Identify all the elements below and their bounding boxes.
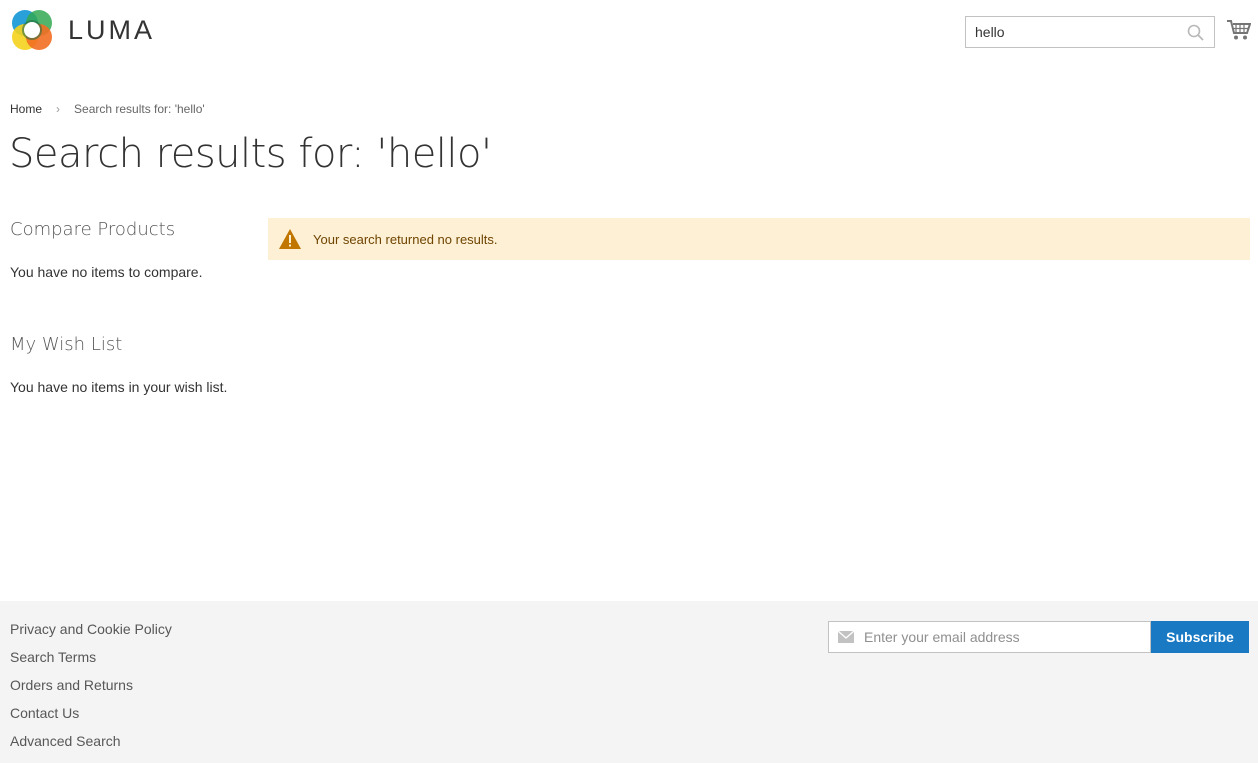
breadcrumb-current: Search results for: 'hello' <box>74 102 205 116</box>
message-text: Your search returned no results. <box>313 231 498 247</box>
search-box <box>965 16 1215 48</box>
warning-icon <box>279 229 301 249</box>
footer: Privacy and Cookie Policy Search Terms O… <box>0 601 1258 763</box>
newsletter-form: Subscribe <box>828 621 1249 653</box>
page-title: Search results for: 'hello' <box>9 131 492 177</box>
list-item: Orders and Returns <box>10 677 172 705</box>
search-terms-link[interactable]: Search Terms <box>10 649 96 665</box>
wish-list-empty-text: You have no items in your wish list. <box>10 379 228 395</box>
list-item: Advanced Search <box>10 733 172 761</box>
mail-icon <box>838 631 854 643</box>
logo-link[interactable]: LUMA <box>10 7 160 53</box>
orders-returns-link[interactable]: Orders and Returns <box>10 677 133 693</box>
email-input[interactable] <box>864 623 1144 651</box>
breadcrumb-home-link[interactable]: Home <box>10 102 42 116</box>
compare-products-title: Compare Products <box>10 219 176 240</box>
advanced-search-link[interactable]: Advanced Search <box>10 733 121 749</box>
no-results-message: Your search returned no results. <box>268 218 1250 260</box>
luma-logo-icon <box>12 10 52 50</box>
logo-text: LUMA <box>68 14 156 45</box>
cart-icon[interactable] <box>1227 19 1251 41</box>
search-input[interactable] <box>966 18 1176 46</box>
search-icon[interactable] <box>1187 24 1204 41</box>
wish-list-title: My Wish List <box>10 334 123 355</box>
list-item: Contact Us <box>10 705 172 733</box>
breadcrumb: Home › Search results for: 'hello' <box>10 102 205 116</box>
compare-products-empty-text: You have no items to compare. <box>10 264 203 280</box>
page: LUMA Home › Search results for: 'hello' … <box>0 0 1258 763</box>
newsletter-field <box>828 621 1151 653</box>
chevron-right-icon: › <box>56 102 61 116</box>
subscribe-button[interactable]: Subscribe <box>1151 621 1249 653</box>
contact-us-link[interactable]: Contact Us <box>10 705 79 721</box>
list-item: Privacy and Cookie Policy <box>10 621 172 649</box>
privacy-policy-link[interactable]: Privacy and Cookie Policy <box>10 621 172 637</box>
list-item: Search Terms <box>10 649 172 677</box>
footer-links: Privacy and Cookie Policy Search Terms O… <box>10 621 172 761</box>
